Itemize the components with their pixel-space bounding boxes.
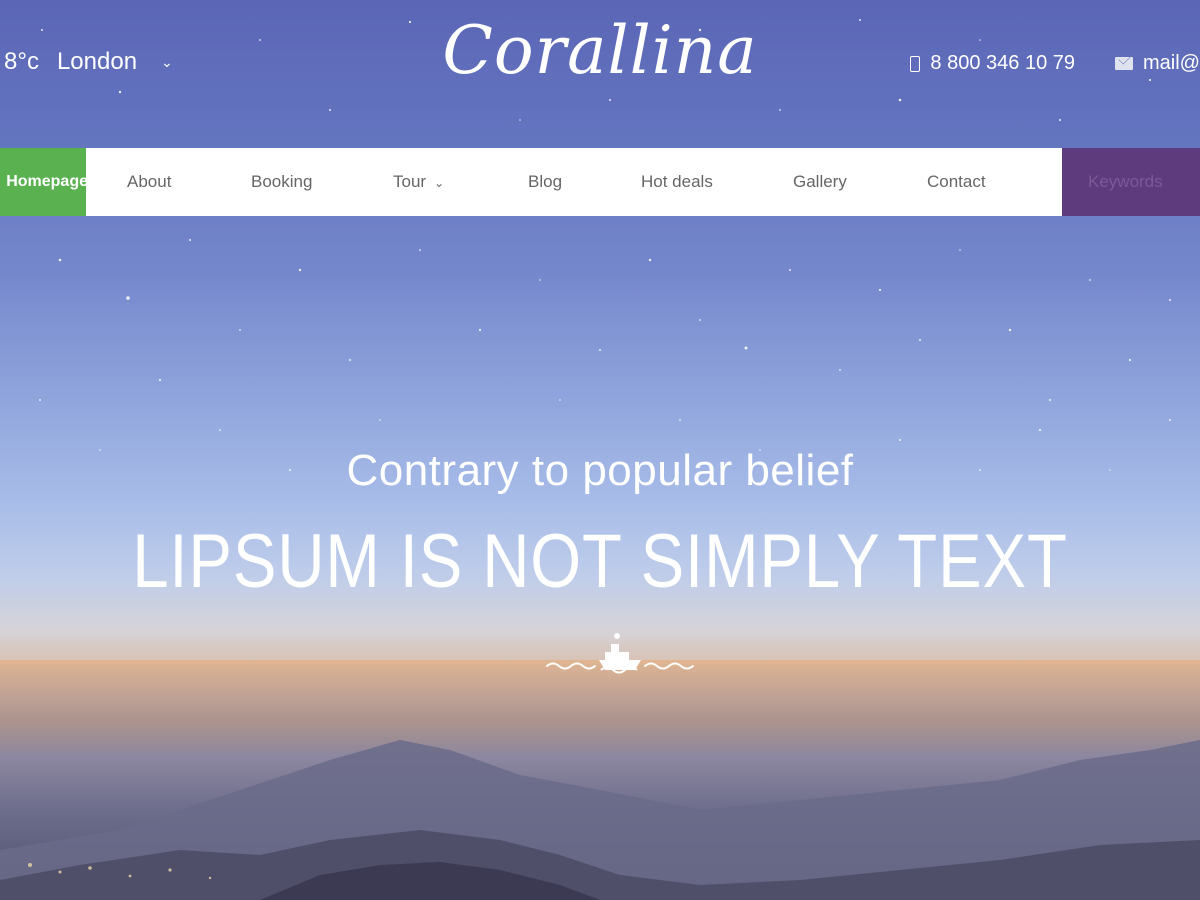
- nav-item-gallery[interactable]: Gallery: [793, 172, 847, 192]
- site-logo[interactable]: Corallina: [0, 12, 1200, 89]
- email-address: mail@: [1143, 52, 1200, 74]
- hero-subtitle: Contrary to popular belief: [346, 446, 854, 495]
- nav-item-homepage[interactable]: Homepage: [0, 148, 86, 216]
- nav-item-tour[interactable]: Tour ⌄: [393, 172, 444, 192]
- phone-contact[interactable]: 8 800 346 10 79: [910, 52, 1075, 75]
- nav-item-contact[interactable]: Contact: [927, 172, 986, 192]
- nav-item-booking[interactable]: Booking: [251, 172, 312, 192]
- chevron-down-icon: ⌄: [434, 176, 445, 190]
- hero-title: LIPSUM IS NOT SIMPLY TEXT: [132, 519, 1068, 604]
- page: 8°c London ⌄ Corallina 8 800 346 10 79 m…: [0, 0, 1200, 900]
- nav-item-blog[interactable]: Blog: [528, 172, 562, 192]
- mountain-landscape: [0, 660, 1200, 900]
- phone-number: 8 800 346 10 79: [930, 52, 1076, 74]
- contact-info: 8 800 346 10 79 mail@: [870, 52, 1200, 75]
- main-nav: Homepage About Booking Tour ⌄ Blog Hot de…: [0, 148, 1200, 216]
- top-bar: 8°c London ⌄ Corallina 8 800 346 10 79 m…: [0, 0, 1200, 140]
- nav-item-about[interactable]: About: [127, 172, 171, 192]
- phone-icon: [910, 55, 921, 72]
- ship-icon: [546, 633, 694, 674]
- nav-item-hot-deals[interactable]: Hot deals: [641, 172, 713, 192]
- nav-home-label: Homepage: [6, 173, 86, 190]
- email-contact[interactable]: mail@: [1115, 52, 1200, 75]
- nav-item-tour-label: Tour: [393, 172, 427, 191]
- mail-icon: [1115, 57, 1134, 70]
- search-placeholder: Keywords: [1088, 172, 1163, 191]
- nav-menu: About Booking Tour ⌄ Blog Hot deals Galle…: [86, 148, 1062, 216]
- search-input[interactable]: Keywords: [1062, 148, 1200, 216]
